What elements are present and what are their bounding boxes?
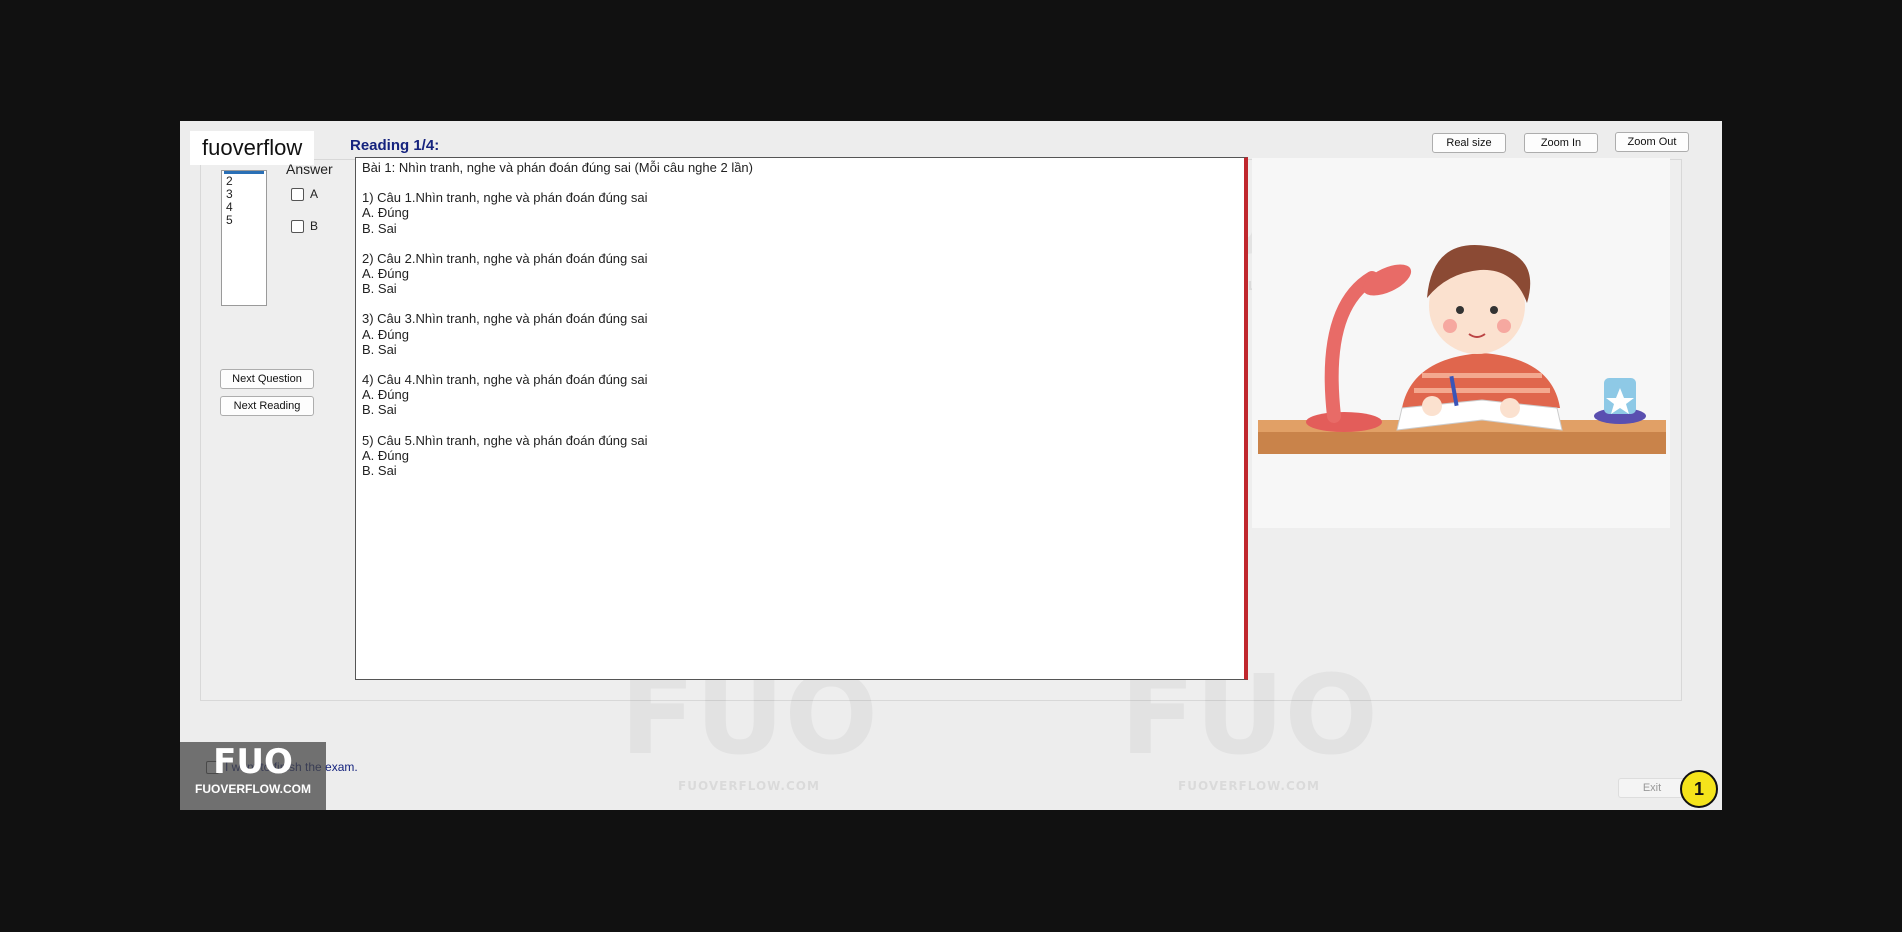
- checkbox-icon[interactable]: [291, 219, 304, 233]
- reading-line: 4) Câu 4.Nhìn tranh, nghe và phán đoán đ…: [362, 372, 648, 388]
- reading-line: B. Sai: [362, 281, 397, 297]
- next-question-button[interactable]: Next Question: [220, 369, 314, 389]
- exit-button[interactable]: Exit: [1618, 778, 1686, 798]
- reading-line: A. Đúng: [362, 387, 409, 403]
- real-size-button[interactable]: Real size: [1432, 133, 1506, 153]
- option-b-checkbox[interactable]: B: [291, 219, 318, 233]
- reading-line: B. Sai: [362, 402, 397, 418]
- question-list[interactable]: 2 3 4 5: [221, 170, 267, 306]
- exam-window: FUOFUOVERFLOW.COM FUOFUOVERFLOW.COM FUOF…: [180, 121, 1722, 810]
- step-badge: 1: [1680, 770, 1718, 808]
- reading-line: B. Sai: [362, 341, 397, 357]
- reading-line: Bài 1: Nhìn tranh, nghe và phán đoán đún…: [362, 160, 753, 175]
- reading-line: A. Đúng: [362, 447, 409, 463]
- reading-line: [362, 236, 753, 251]
- reading-text-panel[interactable]: Bài 1: Nhìn tranh, nghe và phán đoán đún…: [355, 157, 1248, 680]
- reading-line: A. Đúng: [362, 205, 409, 221]
- reading-line: 5) Câu 5.Nhìn tranh, nghe và phán đoán đ…: [362, 432, 648, 448]
- reading-line: [362, 296, 753, 311]
- brand-watermark: fuoverflow: [190, 131, 315, 165]
- zoom-in-button[interactable]: Zoom In: [1524, 133, 1598, 153]
- question-list-item[interactable]: 5: [222, 214, 266, 227]
- option-a-checkbox[interactable]: A: [291, 187, 318, 201]
- reading-line: 3) Câu 3.Nhìn tranh, nghe và phán đoán đ…: [362, 311, 648, 327]
- checkbox-icon[interactable]: [291, 187, 304, 201]
- zoom-out-button[interactable]: Zoom Out: [1615, 132, 1689, 152]
- fuo-logo: FUO FUOVERFLOW.COM: [180, 742, 326, 810]
- reading-line: [362, 357, 753, 372]
- next-reading-button[interactable]: Next Reading: [220, 396, 314, 416]
- reading-line: [362, 175, 753, 190]
- reading-line: [362, 418, 753, 433]
- answer-label: Answer: [286, 161, 333, 177]
- reading-line: 2) Câu 2.Nhìn tranh, nghe và phán đoán đ…: [362, 250, 648, 266]
- reading-title: Reading 1/4:: [350, 137, 440, 154]
- reading-text: Bài 1: Nhìn tranh, nghe và phán đoán đún…: [362, 160, 753, 478]
- reading-line: A. Đúng: [362, 266, 409, 282]
- reading-line: B. Sai: [362, 220, 397, 236]
- reading-line: 1) Câu 1.Nhìn tranh, nghe và phán đoán đ…: [362, 190, 648, 206]
- reading-line: A. Đúng: [362, 326, 409, 342]
- question-image: [1252, 158, 1670, 528]
- boy-studying-illustration: [1258, 245, 1666, 454]
- reading-line: B. Sai: [362, 463, 397, 479]
